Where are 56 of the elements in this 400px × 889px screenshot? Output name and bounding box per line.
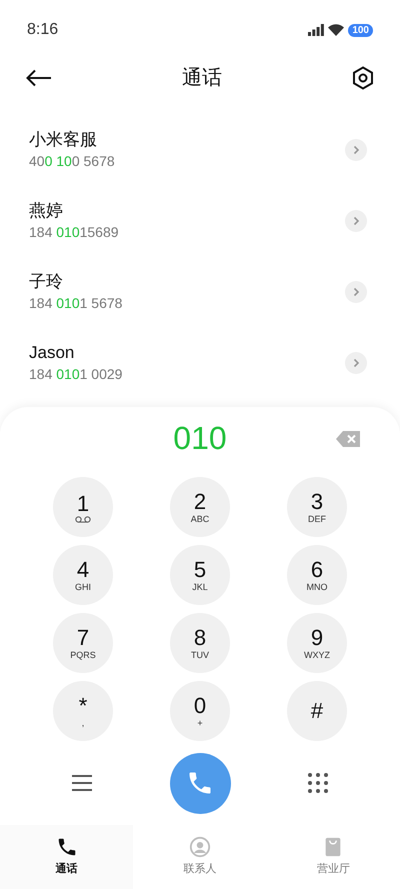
dial-key[interactable]: 7 PQRS: [53, 613, 113, 673]
chevron-icon: [352, 216, 360, 226]
phone-number: 184 01015689: [29, 222, 119, 242]
key-letters: PQRS: [70, 650, 96, 660]
key-letters: ,: [82, 718, 84, 728]
contact-name: 小米客服: [29, 128, 98, 150]
dial-key[interactable]: 6 MNO: [287, 545, 347, 605]
phone-number: 184 0101 5678: [29, 294, 122, 312]
dial-key[interactable]: 9 WXYZ: [287, 613, 347, 673]
battery-badge: 100: [348, 24, 373, 36]
chevron-button[interactable]: [345, 138, 367, 160]
dial-key[interactable]: 2 ABC: [170, 477, 230, 537]
dial-key[interactable]: 5 JKL: [170, 545, 230, 605]
tab[interactable]: 通话: [0, 825, 134, 889]
voicemail-icon: [75, 516, 91, 522]
dial-key[interactable]: 3 DEF: [287, 477, 347, 537]
key-letters: DEF: [308, 514, 326, 524]
chevron-button[interactable]: [345, 280, 367, 302]
chevron-icon: [352, 286, 360, 296]
chevron-button[interactable]: [345, 352, 367, 374]
dialed-number: 010: [173, 419, 227, 458]
wifi-icon: [328, 24, 344, 36]
dial-key[interactable]: #: [287, 681, 347, 741]
dial-key[interactable]: 0 +: [170, 681, 230, 741]
key-letters: MNO: [306, 582, 328, 592]
keypad-button[interactable]: [308, 773, 328, 793]
key-letters: WXYZ: [304, 650, 330, 660]
dial-key[interactable]: 1: [53, 477, 113, 537]
back-button[interactable]: [26, 69, 52, 87]
contact-row[interactable]: 子玲 184 0101 5678: [0, 256, 400, 327]
backspace-button[interactable]: [336, 431, 360, 447]
chevron-icon: [352, 144, 360, 154]
contact-row[interactable]: 燕婷 184 01015689: [0, 185, 400, 256]
signal-icon: [308, 24, 324, 36]
page-title: 通话: [182, 66, 222, 91]
contact-name: 燕婷: [29, 200, 64, 222]
contact-name: 子玲: [29, 270, 64, 292]
key-letters: +: [197, 718, 203, 728]
dial-key[interactable]: * ,: [53, 681, 113, 741]
contact-name: Jason: [29, 342, 76, 364]
contact-row[interactable]: Jason 184 0101 0029: [0, 327, 400, 398]
person-icon: [188, 836, 211, 858]
chevron-icon: [352, 358, 360, 368]
key-letters: JKL: [192, 582, 208, 592]
key-letters: GHI: [74, 582, 91, 592]
chevron-button[interactable]: [345, 210, 367, 232]
contact-row[interactable]: 小米客服 400 100 5678: [0, 114, 400, 185]
key-letters: TUV: [191, 650, 209, 660]
dial-key[interactable]: 4 GHI: [53, 545, 113, 605]
menu-button[interactable]: [72, 775, 92, 791]
status-time: 8:16: [27, 20, 58, 40]
phone-number: 184 0101 0029: [29, 364, 122, 384]
key-letters: ABC: [190, 514, 210, 524]
settings-button[interactable]: [352, 66, 374, 90]
dial-key[interactable]: 8 TUV: [170, 613, 230, 673]
phone-number: 400 100 5678: [29, 152, 115, 170]
